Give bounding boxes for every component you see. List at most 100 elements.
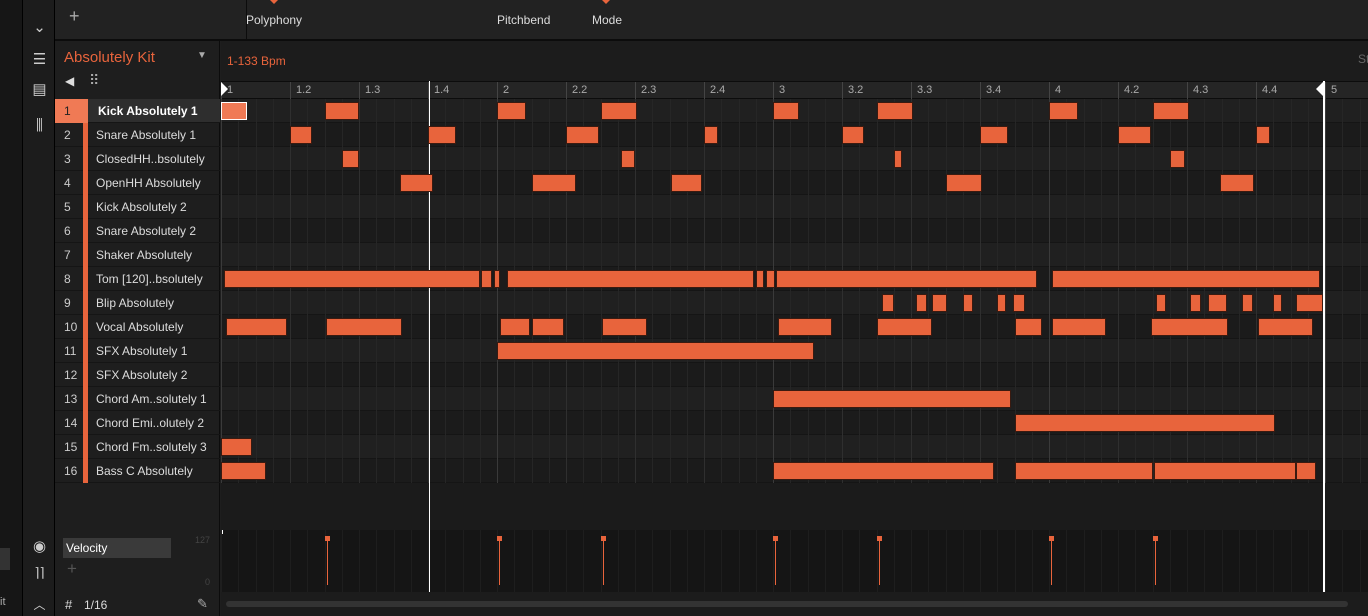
track-row[interactable]: 3 ClosedHH..bsolutely bbox=[55, 146, 220, 171]
velocity-stem[interactable] bbox=[773, 536, 778, 585]
velocity-stem[interactable] bbox=[1152, 536, 1158, 585]
note[interactable] bbox=[1295, 462, 1317, 480]
velocity-lane[interactable] bbox=[221, 530, 1368, 592]
velocity-handle[interactable] bbox=[1152, 536, 1158, 541]
track-row[interactable]: 11 SFX Absolutely 1 bbox=[55, 338, 220, 363]
note[interactable] bbox=[1273, 294, 1282, 312]
note[interactable] bbox=[773, 390, 1012, 408]
note[interactable] bbox=[1014, 462, 1153, 480]
note[interactable] bbox=[755, 270, 765, 288]
note[interactable] bbox=[481, 270, 492, 288]
chevron-up-icon[interactable]: ︿ bbox=[23, 596, 56, 613]
note[interactable] bbox=[1052, 270, 1320, 288]
track-row[interactable]: 16 Bass C Absolutely bbox=[55, 458, 220, 483]
loop-start-handle[interactable] bbox=[221, 82, 228, 96]
note[interactable] bbox=[290, 126, 313, 144]
note[interactable] bbox=[493, 270, 501, 288]
track-row[interactable]: 6 Snare Absolutely 2 bbox=[55, 218, 220, 243]
note[interactable] bbox=[1295, 294, 1324, 312]
note[interactable] bbox=[326, 318, 403, 336]
note[interactable] bbox=[945, 174, 982, 192]
note[interactable] bbox=[497, 102, 527, 120]
velocity-handle[interactable] bbox=[773, 536, 778, 541]
track-row[interactable]: 13 Chord Am..solutely 1 bbox=[55, 386, 220, 411]
note[interactable] bbox=[531, 318, 565, 336]
note[interactable] bbox=[778, 318, 832, 336]
pattern-editor-icon[interactable]: ☰ bbox=[23, 50, 56, 68]
chevron-down-icon[interactable]: ⌄ bbox=[23, 18, 56, 36]
track-row[interactable]: 8 Tom [120]..bsolutely bbox=[55, 266, 220, 291]
note[interactable] bbox=[1052, 318, 1106, 336]
note[interactable] bbox=[226, 318, 287, 336]
kit-name[interactable]: Absolutely Kit bbox=[64, 49, 155, 66]
note[interactable] bbox=[497, 342, 815, 360]
piano-roll-grid[interactable] bbox=[221, 99, 1368, 483]
note[interactable] bbox=[224, 270, 480, 288]
velocity-handle[interactable] bbox=[600, 536, 606, 541]
note[interactable] bbox=[881, 294, 894, 312]
mixer-icon[interactable]: ⫼ bbox=[23, 117, 56, 134]
add-lane-button[interactable]: + bbox=[67, 559, 77, 579]
track-row[interactable]: 4 OpenHH Absolutely bbox=[55, 170, 220, 195]
note[interactable] bbox=[704, 126, 718, 144]
note[interactable] bbox=[507, 270, 755, 288]
kit-dropdown-icon[interactable]: ▼ bbox=[197, 50, 207, 61]
note[interactable] bbox=[500, 318, 530, 336]
velocity-stem[interactable] bbox=[876, 536, 882, 585]
note[interactable] bbox=[962, 294, 974, 312]
note[interactable] bbox=[876, 102, 913, 120]
note[interactable] bbox=[324, 102, 359, 120]
note[interactable] bbox=[221, 438, 253, 456]
note[interactable] bbox=[1219, 174, 1255, 192]
note[interactable] bbox=[1190, 294, 1201, 312]
track-row[interactable]: 9 Blip Absolutely bbox=[55, 290, 220, 315]
horizontal-scrollbar[interactable] bbox=[226, 601, 1348, 607]
param-pitchbend[interactable]: Pitchbend bbox=[497, 13, 550, 27]
track-row[interactable]: 2 Snare Absolutely 1 bbox=[55, 122, 220, 147]
note[interactable] bbox=[1207, 294, 1227, 312]
loop-end-handle[interactable] bbox=[1316, 82, 1323, 96]
velocity-stem[interactable] bbox=[600, 536, 606, 585]
note[interactable] bbox=[221, 102, 247, 120]
note[interactable] bbox=[221, 462, 266, 480]
velocity-handle[interactable] bbox=[324, 536, 330, 541]
note[interactable] bbox=[876, 318, 932, 336]
list-view-icon[interactable]: ▤ bbox=[23, 80, 56, 98]
velocity-stem[interactable] bbox=[324, 536, 330, 585]
note[interactable] bbox=[916, 294, 927, 312]
note[interactable] bbox=[1012, 294, 1025, 312]
playhead[interactable] bbox=[429, 81, 430, 592]
timeline-ruler[interactable]: 1 1.2 1.3 1.4 2 2.2 2.3 2.4 3 3.2 3.3 3.4 4 4.2 4.3 4.4… bbox=[221, 81, 1368, 99]
modulation-icon[interactable]: ⌉⌉ bbox=[23, 565, 56, 581]
velocity-stem[interactable] bbox=[1049, 536, 1054, 585]
note[interactable] bbox=[1154, 462, 1296, 480]
note[interactable] bbox=[428, 126, 456, 144]
note[interactable] bbox=[341, 150, 359, 168]
note[interactable] bbox=[773, 102, 799, 120]
note[interactable] bbox=[1118, 126, 1151, 144]
track-row[interactable]: 14 Chord Emi..olutely 2 bbox=[55, 410, 220, 435]
speaker-icon[interactable]: ◀ bbox=[65, 74, 74, 88]
velocity-handle[interactable] bbox=[876, 536, 882, 541]
velocity-handle[interactable] bbox=[497, 536, 502, 541]
note[interactable] bbox=[893, 150, 903, 168]
pencil-icon[interactable]: ✎ bbox=[197, 596, 208, 612]
note[interactable] bbox=[766, 270, 775, 288]
track-row[interactable]: 15 Chord Fm..solutely 3 bbox=[55, 434, 220, 459]
grid-icon[interactable]: # bbox=[65, 597, 72, 612]
note[interactable] bbox=[566, 126, 599, 144]
add-button[interactable]: + bbox=[69, 6, 80, 27]
track-row[interactable]: 7 Shaker Absolutely bbox=[55, 242, 220, 267]
track-row[interactable]: 10 Vocal Absolutely bbox=[55, 314, 220, 339]
note[interactable] bbox=[931, 294, 948, 312]
track-row[interactable]: 12 SFX Absolutely 2 bbox=[55, 362, 220, 387]
note[interactable] bbox=[1257, 318, 1313, 336]
param-mode[interactable]: Mode bbox=[592, 13, 622, 27]
param-polyphony[interactable]: Polyphony bbox=[246, 13, 302, 27]
note[interactable] bbox=[1155, 294, 1167, 312]
note[interactable] bbox=[773, 462, 994, 480]
note[interactable] bbox=[1150, 318, 1229, 336]
note[interactable] bbox=[1169, 150, 1186, 168]
pad-grid-icon[interactable]: ⠿ bbox=[89, 72, 99, 89]
note[interactable] bbox=[1256, 126, 1270, 144]
